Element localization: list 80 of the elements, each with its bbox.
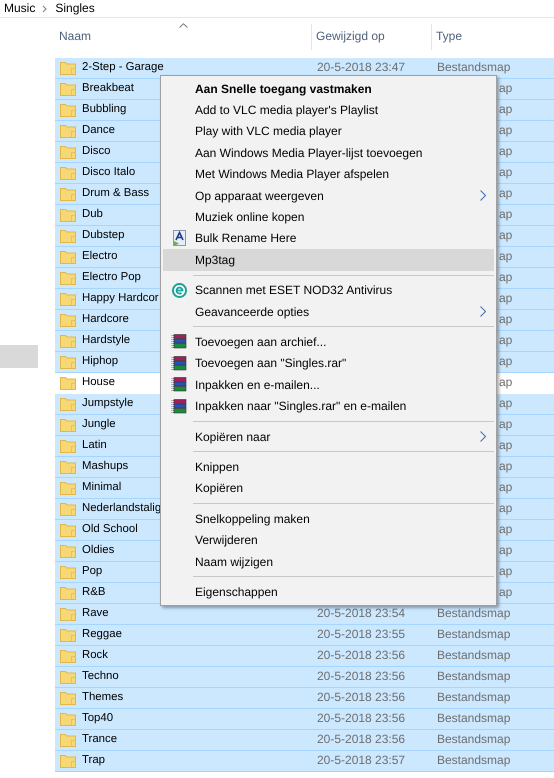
file-name: 2-Step - Garage (82, 61, 164, 75)
file-name: Reggae (82, 628, 122, 642)
file-name: Electro Pop (82, 271, 141, 285)
file-name: Dance (82, 124, 115, 138)
file-name: Rock (82, 649, 108, 663)
column-label: Type (436, 30, 462, 44)
file-name: Latin (82, 439, 107, 453)
file-type: ap (499, 187, 512, 201)
file-type: Bestandsmap (437, 733, 510, 747)
file-type: Bestandsmap (437, 670, 510, 684)
file-name: Techno (82, 670, 119, 684)
file-type: Bestandsmap (437, 712, 510, 726)
column-label: Naam (59, 30, 92, 44)
file-type: ap (499, 502, 512, 516)
file-type: ap (499, 355, 512, 369)
file-name: Dubstep (82, 229, 124, 243)
file-name: Hiphop (82, 355, 118, 369)
file-type: ap (499, 397, 512, 411)
file-type: ap (499, 376, 512, 390)
file-name: Mashups (82, 460, 128, 474)
file-type: ap (499, 334, 512, 348)
file-name: Disco (82, 145, 110, 159)
modified-date: 20-5-2018 23:56 (317, 649, 406, 663)
file-type: Bestandsmap (437, 649, 510, 663)
file-type: ap (499, 544, 512, 558)
file-type: ap (499, 418, 512, 432)
file-name: Minimal (82, 481, 122, 495)
file-name: Breakbeat (82, 82, 134, 96)
file-name: Drum & Bass (82, 187, 150, 201)
file-type: ap (499, 208, 512, 222)
file-name: Hardcore (82, 313, 129, 327)
file-type: Bestandsmap (437, 754, 510, 768)
modified-date: 20-5-2018 23:56 (317, 712, 406, 726)
file-type: ap (499, 124, 512, 138)
file-name: Bubbling (82, 103, 126, 117)
file-name: Electro (82, 250, 118, 264)
file-name: Disco Italo (82, 166, 136, 180)
file-name: Nederlandstalig (82, 502, 162, 516)
file-name: Top40 (82, 712, 114, 726)
modified-date: 20-5-2018 23:56 (317, 691, 406, 705)
file-name: Jumpstyle (82, 397, 134, 411)
file-name: Dub (82, 208, 103, 222)
file-type: ap (499, 229, 512, 243)
file-name: R&B (82, 586, 106, 600)
file-name: Old School (82, 523, 138, 537)
file-name: Hardstyle (82, 334, 130, 348)
file-type: Bestandsmap (437, 691, 510, 705)
file-type: ap (499, 460, 512, 474)
file-type: ap (499, 145, 512, 159)
file-name: Themes (82, 691, 124, 705)
file-type: ap (499, 523, 512, 537)
file-type: ap (499, 166, 512, 180)
file-type: ap (499, 586, 512, 600)
file-name: Happy Hardcor (82, 292, 159, 306)
file-type: ap (499, 565, 512, 579)
file-name: Jungle (82, 418, 116, 432)
file-type: Bestandsmap (437, 61, 510, 75)
file-type: ap (499, 250, 512, 264)
file-type: ap (499, 292, 512, 306)
file-name: Rave (82, 607, 109, 621)
file-type: ap (499, 313, 512, 327)
modified-date: 20-5-2018 23:57 (317, 754, 406, 768)
modified-date: 20-5-2018 23:54 (317, 607, 406, 621)
file-type: Bestandsmap (437, 607, 510, 621)
file-name: Pop (82, 565, 102, 579)
file-type: ap (499, 439, 512, 453)
column-label: Gewijzigd op (316, 30, 385, 44)
file-type: ap (499, 82, 512, 96)
modified-date: 20-5-2018 23:56 (317, 733, 406, 747)
file-type: Bestandsmap (437, 628, 510, 642)
file-name: Trap (82, 754, 105, 768)
file-type: ap (499, 271, 512, 285)
file-type: ap (499, 103, 512, 117)
modified-date: 20-5-2018 23:47 (317, 61, 406, 75)
modified-date: 20-5-2018 23:55 (317, 628, 406, 642)
modified-date: 20-5-2018 23:56 (317, 670, 406, 684)
file-name: House (82, 376, 115, 390)
file-name: Oldies (82, 544, 114, 558)
file-type: ap (499, 481, 512, 495)
file-name: Trance (82, 733, 118, 747)
